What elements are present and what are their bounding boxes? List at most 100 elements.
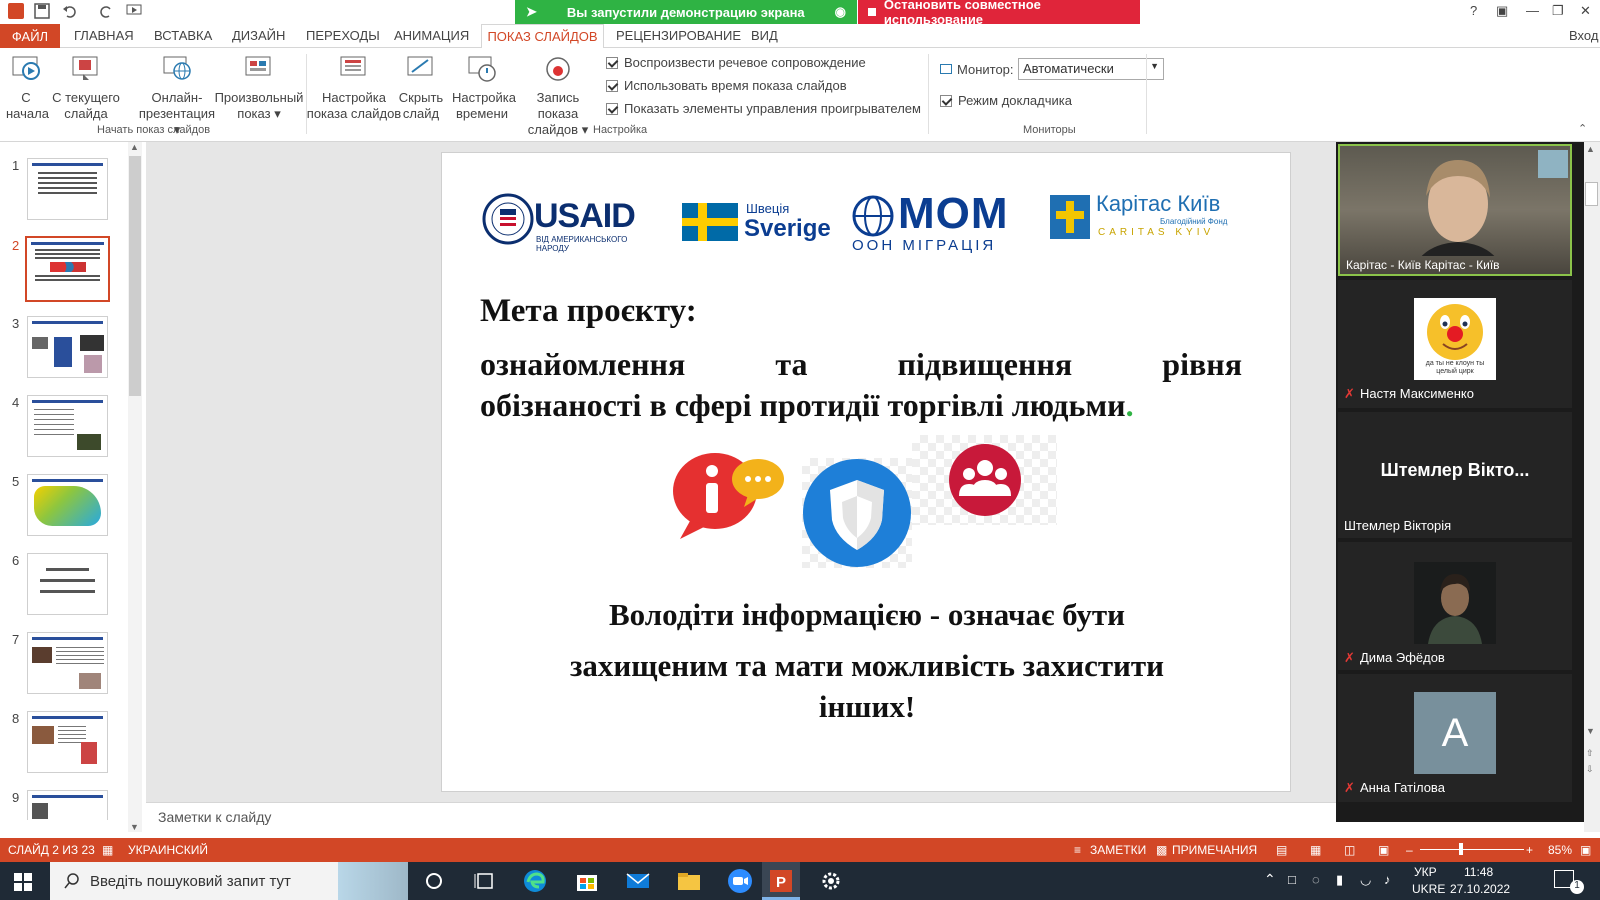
monitor-select[interactable]: Автоматически ▼ bbox=[1018, 58, 1164, 80]
scroll-up-icon[interactable]: ▲ bbox=[130, 142, 139, 152]
tab-animation[interactable]: АНИМАЦИЯ bbox=[394, 28, 469, 43]
slide-thumb-2-selected[interactable] bbox=[25, 236, 110, 302]
hide-slide-button[interactable]: Скрыть слайд bbox=[398, 54, 444, 122]
microphone-icon[interactable]: ◌ bbox=[1312, 872, 1320, 887]
stop-share-button[interactable]: Остановить совместное использование bbox=[858, 0, 1140, 27]
scrollbar-thumb[interactable] bbox=[1585, 182, 1598, 206]
spell-check-icon[interactable]: ▦ bbox=[102, 843, 113, 857]
minimize-button[interactable]: — bbox=[1526, 3, 1539, 18]
scrollbar-thumb[interactable] bbox=[129, 156, 141, 396]
wifi-icon[interactable]: ◡ bbox=[1360, 872, 1371, 888]
help-button[interactable]: ? bbox=[1470, 3, 1477, 18]
settings-gear-icon[interactable] bbox=[818, 868, 844, 894]
battery-icon[interactable]: ▮ bbox=[1336, 872, 1343, 888]
reading-view-icon[interactable]: ◫ bbox=[1344, 843, 1355, 857]
normal-view-icon[interactable]: ▤ bbox=[1276, 843, 1287, 857]
edge-browser-icon[interactable] bbox=[522, 868, 548, 894]
record-slideshow-button[interactable]: Запись показа слайдов ▾ bbox=[516, 54, 600, 138]
zoom-slider[interactable] bbox=[1420, 849, 1524, 850]
show-controls-checkbox[interactable]: Показать элементы управления проигрывате… bbox=[606, 101, 921, 116]
restore-button[interactable]: ❐ bbox=[1552, 3, 1564, 19]
checkbox-checked[interactable] bbox=[606, 79, 618, 92]
clock-date[interactable]: 27.10.2022 bbox=[1450, 882, 1510, 896]
previous-slide-icon[interactable]: ⇧ bbox=[1586, 748, 1594, 759]
save-icon[interactable] bbox=[34, 3, 50, 19]
participant-tile-2[interactable]: да ты не клоун ты целый цирк ✗ Настя Мак… bbox=[1338, 280, 1572, 408]
comments-toggle[interactable]: ПРИМЕЧАНИЯ bbox=[1172, 843, 1257, 857]
notes-pane[interactable]: Заметки к слайду bbox=[146, 802, 1336, 832]
volume-icon[interactable]: ♪ bbox=[1384, 872, 1391, 887]
participant-video-1[interactable]: Карітас - Київ Карітас - Київ bbox=[1338, 144, 1572, 276]
tab-slideshow[interactable]: ПОКАЗ СЛАЙДОВ bbox=[481, 24, 604, 49]
collapse-ribbon-icon[interactable]: ⌃ bbox=[1578, 122, 1587, 135]
narration-checkbox[interactable]: Воспроизвести речевое сопровождение bbox=[606, 55, 866, 70]
notes-toggle[interactable]: ЗАМЕТКИ bbox=[1090, 843, 1146, 857]
sign-in-link[interactable]: Вход bbox=[1569, 28, 1598, 43]
from-current-button[interactable]: С текущего слайда bbox=[50, 54, 122, 122]
zoom-app-icon[interactable] bbox=[727, 868, 753, 894]
redo-icon[interactable] bbox=[98, 3, 114, 19]
slide-thumb-5[interactable] bbox=[27, 474, 108, 536]
scroll-down-icon[interactable]: ▼ bbox=[1586, 726, 1595, 736]
rehearse-timings-button[interactable]: Настройка времени bbox=[452, 54, 516, 122]
slide-thumb-1[interactable] bbox=[27, 158, 108, 220]
undo-icon[interactable] bbox=[62, 3, 78, 19]
thumb-image bbox=[80, 335, 104, 351]
presenter-view-checkbox[interactable]: Режим докладчика bbox=[940, 93, 1072, 108]
slideshow-view-icon[interactable]: ▣ bbox=[1378, 843, 1389, 857]
checkbox-checked[interactable] bbox=[606, 56, 618, 69]
clock-time[interactable]: 11:48 bbox=[1464, 865, 1493, 879]
zoom-level[interactable]: 85% bbox=[1548, 843, 1572, 857]
participant-tile-5[interactable]: A ✗ Анна Гатілова bbox=[1338, 674, 1572, 802]
tray-chevron-icon[interactable]: ⌃ bbox=[1264, 871, 1276, 888]
mail-icon[interactable] bbox=[625, 868, 651, 894]
task-view-icon[interactable] bbox=[472, 868, 498, 894]
tab-design[interactable]: ДИЗАЙН bbox=[232, 28, 285, 43]
windows-start-icon[interactable] bbox=[14, 873, 40, 899]
slide-thumb-6[interactable] bbox=[27, 553, 108, 615]
tab-insert[interactable]: ВСТАВКА bbox=[154, 28, 212, 43]
slide-thumb-7[interactable] bbox=[27, 632, 108, 694]
participant-tile-3[interactable]: Штемлер Вікто... Штемлер Вікторія bbox=[1338, 412, 1572, 538]
taskbar-search-box[interactable]: Введіть пошуковий запит тут bbox=[50, 862, 408, 900]
meet-now-icon[interactable]: □ bbox=[1288, 872, 1296, 887]
slide-scrollbar[interactable]: ▲ ▼ ⇧ ⇩ bbox=[1584, 142, 1600, 832]
zoom-out-icon[interactable]: – bbox=[1406, 843, 1413, 857]
participant-tile-4[interactable]: ✗ Дима Эфёдов bbox=[1338, 542, 1572, 670]
tab-file[interactable]: ФАЙЛ bbox=[0, 24, 60, 48]
ribbon-display-options-icon[interactable]: ▣ bbox=[1496, 3, 1508, 19]
close-button[interactable]: ✕ bbox=[1580, 3, 1591, 19]
tab-review[interactable]: РЕЦЕНЗИРОВАНИЕ bbox=[616, 28, 741, 43]
scroll-up-icon[interactable]: ▲ bbox=[1586, 144, 1595, 154]
checkbox-checked[interactable] bbox=[940, 94, 952, 107]
slide-thumb-9[interactable] bbox=[27, 790, 108, 820]
custom-show-button[interactable]: Произвольный показ ▾ bbox=[212, 54, 306, 122]
slide-thumb-4[interactable] bbox=[27, 395, 108, 457]
input-language-2[interactable]: UKRE bbox=[1412, 882, 1445, 896]
slide-thumb-3[interactable] bbox=[27, 316, 108, 378]
language-indicator[interactable]: УКРАИНСКИЙ bbox=[128, 843, 208, 857]
powerpoint-taskbar-icon[interactable]: P bbox=[768, 868, 794, 894]
thumbnail-scrollbar[interactable]: ▲ ▼ bbox=[128, 142, 142, 832]
store-icon[interactable] bbox=[574, 868, 600, 894]
zoom-slider-thumb[interactable] bbox=[1459, 843, 1463, 855]
tab-home[interactable]: ГЛАВНАЯ bbox=[74, 28, 134, 43]
fit-to-window-icon[interactable]: ▣ bbox=[1580, 843, 1591, 857]
sorter-view-icon[interactable]: ▦ bbox=[1310, 843, 1321, 857]
next-slide-icon[interactable]: ⇩ bbox=[1586, 764, 1594, 775]
cortana-icon[interactable] bbox=[421, 868, 447, 894]
file-explorer-icon[interactable] bbox=[676, 868, 702, 894]
notes-icon: ≡ bbox=[1074, 843, 1082, 857]
start-slideshow-qa-icon[interactable] bbox=[126, 3, 142, 19]
slide-canvas[interactable]: USAID ВІД АМЕРИКАНСЬКОГО НАРОДУ Швеція S… bbox=[441, 152, 1291, 792]
slideshow-setup-button[interactable]: Настройка показа слайдов bbox=[306, 54, 402, 122]
from-beginning-button[interactable]: Сначала bbox=[6, 54, 49, 122]
tab-view[interactable]: ВИД bbox=[751, 28, 778, 43]
zoom-in-icon[interactable]: + bbox=[1526, 843, 1533, 857]
slide-thumb-8[interactable] bbox=[27, 711, 108, 773]
tab-transitions[interactable]: ПЕРЕХОДЫ bbox=[306, 28, 380, 43]
input-language-1[interactable]: УКР bbox=[1414, 865, 1437, 879]
scroll-down-icon[interactable]: ▼ bbox=[130, 822, 139, 832]
checkbox-checked[interactable] bbox=[606, 102, 618, 115]
use-timings-checkbox[interactable]: Использовать время показа слайдов bbox=[606, 78, 847, 93]
